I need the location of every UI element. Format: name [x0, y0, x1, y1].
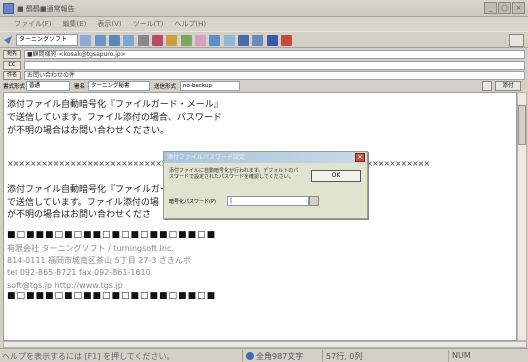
bookmark-icon[interactable] — [238, 35, 249, 46]
password-label: 暗号化パスワード(P) — [169, 199, 216, 205]
vertical-scrollbar[interactable] — [517, 92, 527, 341]
print-icon[interactable] — [224, 35, 235, 46]
body-line: で送信しています。ファイル添付の場合、パスワード — [7, 113, 222, 123]
signature-label: 署名 — [74, 84, 86, 90]
close-window-button[interactable]: × — [512, 2, 525, 14]
table-icon[interactable] — [181, 35, 192, 46]
app-icon — [3, 3, 14, 14]
menu-edit[interactable]: 編集(E) — [63, 19, 87, 29]
password-dialog: 添付ファイルパスワード設定 × 添付ファイルに自動暗号化が行われます。デフォルト… — [163, 151, 368, 219]
cursor-position: 57行, 0列 — [326, 352, 363, 361]
attributes-row: 書式形式 普通 署名 ターニング秘書 送信形式 no-backup 添付 — [0, 80, 528, 92]
help-icon[interactable] — [281, 35, 292, 46]
new-mail-icon[interactable] — [95, 35, 106, 46]
attach-button[interactable]: 添付 — [495, 81, 521, 91]
dropdown-icon[interactable] — [80, 35, 91, 46]
addressbook-icon[interactable] — [152, 35, 163, 46]
cc-label[interactable]: CC — [3, 61, 21, 70]
window-title: ■ 鶴鶴■通常報告 — [17, 5, 75, 13]
maximize-button[interactable]: □ — [498, 2, 511, 14]
menu-file[interactable]: ファイル(F) — [14, 19, 52, 29]
menu-tools[interactable]: ツール(T) — [133, 19, 164, 29]
edit-icon[interactable] — [252, 35, 263, 46]
title-bar: ■ 鶴鶴■通常報告 _ □ × — [0, 0, 528, 17]
reply-icon[interactable] — [109, 35, 120, 46]
ime-icon — [246, 352, 254, 360]
chevron-down-icon[interactable] — [309, 196, 319, 206]
scrollbar-thumb[interactable] — [518, 105, 526, 145]
signature-line: 有限会社 ターニングソフト / turningsoft Inc. — [7, 244, 174, 253]
tag-icon[interactable] — [267, 35, 278, 46]
send-format-select[interactable]: no-backup — [180, 81, 240, 91]
menu-help[interactable]: ヘルプ(H) — [174, 19, 206, 29]
signature-select[interactable]: ターニング秘書 — [88, 81, 150, 91]
format-label: 書式形式 — [3, 84, 26, 90]
password-input[interactable]: | — [227, 196, 309, 206]
flag-icon[interactable] — [209, 35, 220, 46]
status-help-text: ヘルプを表示するには [F1] を押してください。 — [2, 352, 175, 361]
cc-field[interactable] — [24, 61, 525, 70]
signature-line: tel 092-865-8721 fax 092-861-1610 — [7, 268, 151, 277]
to-field[interactable]: ■顧問様宛 <kosak@tgsapuro.jp> — [24, 50, 525, 59]
signature-border-bottom: ■□■■■□■□■■□■□■□■■□■■□■ — [7, 291, 217, 301]
body-line: が不明の場合はお問い合わせくださ — [7, 210, 152, 220]
body-line: が不明の場合はお問い合わせください。 — [7, 126, 170, 136]
signature-border-top: ■□■■■□■□■■□■□■□■■□■■□■ — [7, 230, 217, 240]
body-line: 添付ファイル自動暗号化『ファイルガード・メール』 — [7, 100, 223, 110]
char-count: 全角987文字 — [256, 352, 304, 361]
subject-label: 件名 — [3, 71, 21, 80]
account-select[interactable]: ターニングソフト — [16, 34, 78, 46]
num-lock-indicator: NUM — [452, 351, 471, 360]
signature-line: 814-0111 福岡市城南区茶山 5丁目 27-3 さきんポ — [7, 256, 191, 265]
dialog-close-button[interactable]: × — [355, 153, 365, 162]
menu-view[interactable]: 表示(V) — [97, 19, 121, 29]
attach-list-button[interactable] — [509, 34, 524, 47]
dialog-title: 添付ファイルパスワード設定 — [164, 152, 367, 163]
status-divider — [322, 350, 323, 362]
toolbar: ターニングソフト — [0, 31, 528, 48]
forward-icon[interactable] — [123, 35, 134, 46]
search-icon[interactable] — [138, 35, 149, 46]
send-icon[interactable] — [3, 35, 13, 45]
status-bar: ヘルプを表示するには [F1] を押してください。 全角987文字 57行, 0… — [0, 348, 528, 362]
to-label[interactable]: 宛先 — [3, 50, 21, 59]
status-divider — [242, 350, 243, 362]
status-divider — [448, 350, 449, 362]
ok-button[interactable]: OK — [311, 170, 361, 182]
format-select[interactable]: 普通 — [26, 81, 70, 91]
send-format-label: 送信形式 — [154, 84, 177, 90]
attach-options-icon[interactable] — [482, 81, 492, 91]
dialog-message: 添付ファイルに自動暗号化が行われます。デフォルトのパスワードで設定されたパスワー… — [169, 168, 299, 180]
signature-line: soft@tgs.jp http://www.tgs.jp — [7, 281, 123, 290]
to-row: 宛先 ■顧問様宛 <kosak@tgsapuro.jp> — [0, 49, 528, 60]
calendar-icon[interactable] — [166, 35, 177, 46]
subject-field[interactable]: お問い合わせの件 — [24, 71, 525, 80]
minimize-button[interactable]: _ — [484, 2, 497, 14]
menu-bar: ファイル(F) 編集(E) 表示(V) ツール(T) ヘルプ(H) — [0, 17, 528, 31]
attach-icon[interactable] — [195, 35, 206, 46]
horizontal-scrollbar[interactable] — [3, 341, 527, 348]
